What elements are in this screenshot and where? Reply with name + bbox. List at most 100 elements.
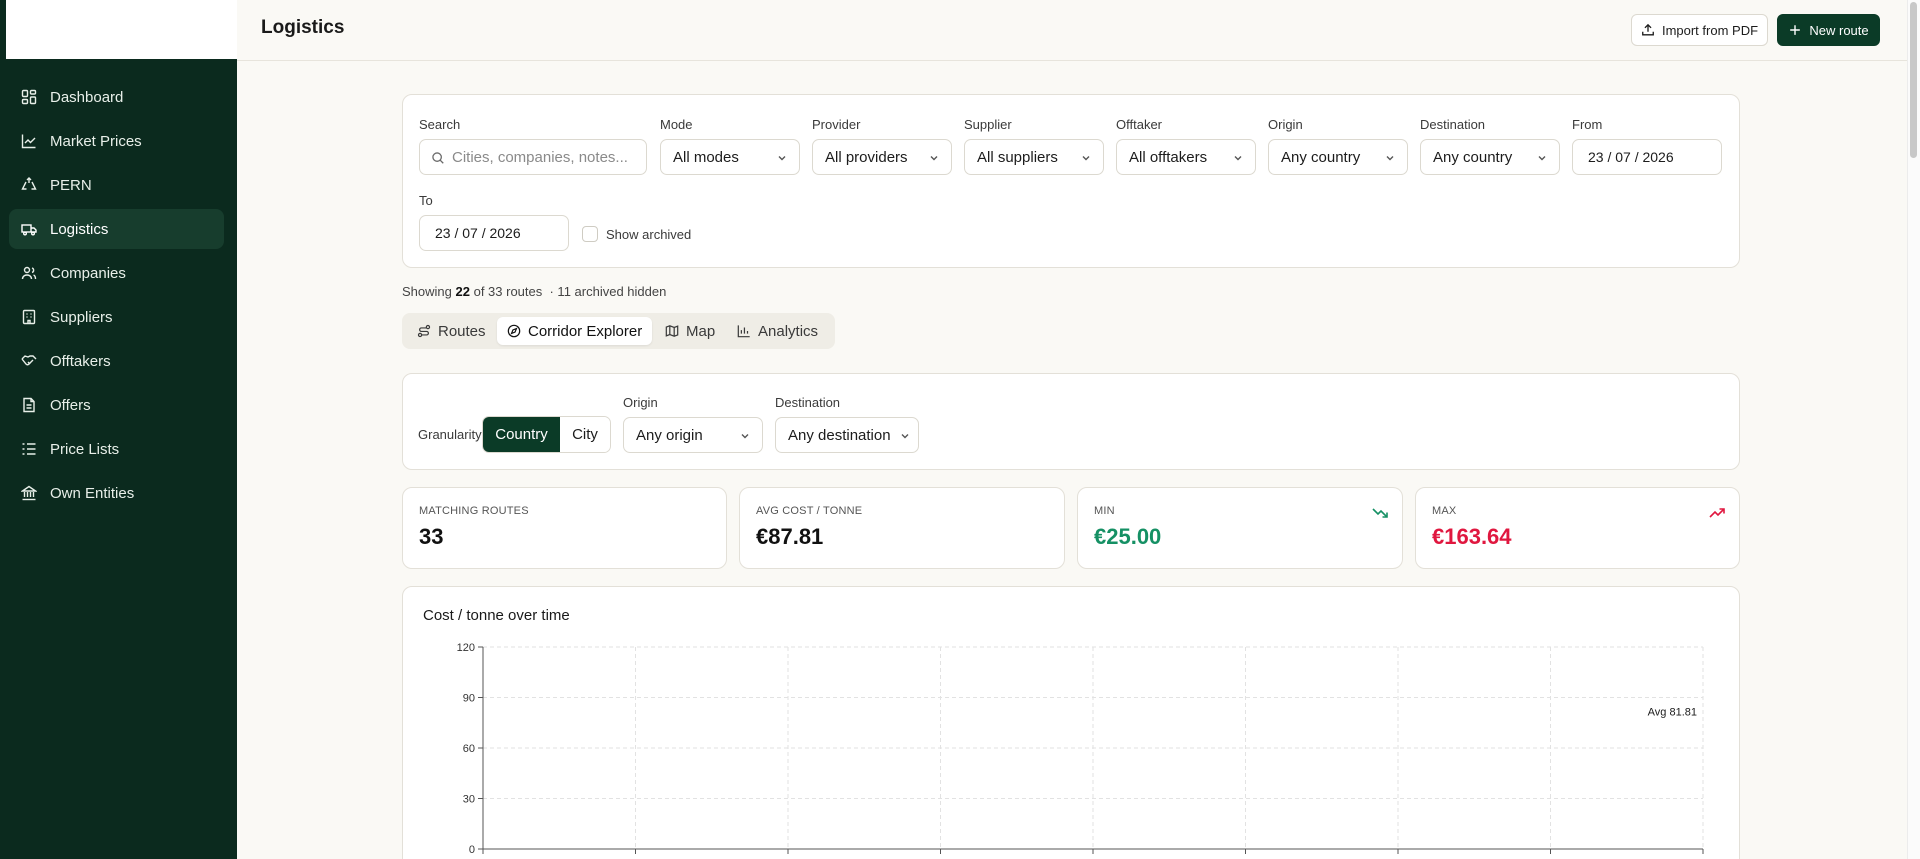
sidebar-item-logistics[interactable]: Logistics [9,209,224,249]
search-icon [432,152,444,164]
y-tick-label: 0 [469,844,475,856]
show-archived-label: Show archived [606,226,692,242]
corridor-origin-label: Origin [623,395,658,410]
tab-analytics[interactable]: Analytics [727,317,828,345]
stat-card-min: MIN €25.00 [1077,487,1403,569]
provider-select[interactable]: All providers [812,139,952,175]
scrollbar-thumb[interactable] [1910,2,1917,158]
origin-select[interactable]: Any country [1268,139,1408,175]
mode-select[interactable]: All modes [660,139,800,175]
granularity-toggle: Country City [482,416,611,453]
tab-routes[interactable]: Routes [407,317,496,345]
destination-select[interactable]: Any country [1420,139,1560,175]
corridor-destination-select[interactable]: Any destination [775,417,919,453]
brand-area [6,0,237,59]
y-tick-label: 120 [457,642,475,654]
stat-card-avg-cost: AVG COST / TONNE €87.81 [739,487,1065,569]
offtaker-label: Offtaker [1116,117,1163,132]
tab-map[interactable]: Map [655,317,725,345]
sidebar-item-label: Price Lists [50,440,120,458]
stat-label: MATCHING ROUTES [419,505,529,517]
sidebar-item-offtakers[interactable]: Offtakers [9,341,224,381]
search-label: Search [419,117,461,132]
sidebar-item-dashboard[interactable]: Dashboard [9,77,224,117]
upload-icon [1642,23,1654,36]
y-tick-label: 60 [463,743,475,755]
chevron-down-icon [901,434,909,439]
sidebar-item-companies[interactable]: Companies [9,253,224,293]
page-title: Logistics [261,17,345,38]
stat-value: 33 [419,524,444,549]
sidebar-item-suppliers[interactable]: Suppliers [9,297,224,337]
sidebar-item-label: Logistics [50,220,109,238]
stat-value: €25.00 [1094,524,1162,549]
search-input[interactable]: Cities, companies, notes... [419,139,647,175]
granularity-country-button[interactable]: Country [483,417,560,452]
tab-corridor-explorer[interactable]: Corridor Explorer [497,317,653,345]
new-route-button[interactable]: New route [1777,14,1880,46]
origin-label: Origin [1268,117,1303,132]
avg-reference-label: Avg 81.81 [1648,706,1697,718]
sidebar-item-label: Companies [50,264,126,282]
sidebar-item-label: Own Entities [50,484,135,502]
trending-up-icon [1709,508,1725,518]
y-tick-label: 90 [463,693,475,705]
chevron-down-icon [1234,156,1242,161]
stat-value: €163.64 [1432,524,1512,549]
chevron-down-icon [1082,156,1090,161]
import-pdf-button[interactable]: Import from PDF [1631,14,1768,46]
stat-value: €87.81 [756,524,824,549]
mode-label: Mode [660,117,693,132]
destination-value: Any country [1433,148,1513,166]
origin-value: Any country [1281,148,1361,166]
show-archived-checkbox[interactable] [582,226,598,242]
trending-down-icon [1372,508,1388,518]
supplier-value: All suppliers [977,148,1058,166]
supplier-select[interactable]: All suppliers [964,139,1104,175]
sidebar-item-label: Market Prices [50,132,142,150]
sidebar-item-label: Offtakers [50,352,111,370]
recycle-icon [21,177,37,190]
from-date-value: 23 / 07 / 2026 [1588,149,1674,165]
cost-chart: 03060901202026-06-232026-07-012026-07-03… [455,642,1731,859]
sidebar-item-price-lists[interactable]: Price Lists [9,429,224,469]
stat-card-max: MAX €163.64 [1415,487,1740,569]
show-archived-toggle[interactable]: Show archived [582,226,691,242]
offtaker-select[interactable]: All offtakers [1116,139,1256,175]
tab-label: Corridor Explorer [528,322,643,340]
compass-icon [507,324,521,338]
tab-label: Analytics [758,322,819,340]
sidebar: Dashboard Market Prices PERN Logistics C… [0,0,237,859]
search-placeholder: Cities, companies, notes... [452,148,628,166]
map-icon [665,325,679,337]
stat-card-matching-routes: MATCHING ROUTES 33 [402,487,727,569]
sidebar-item-own-entities[interactable]: Own Entities [9,473,224,513]
to-label: To [419,193,433,208]
sidebar-item-market-prices[interactable]: Market Prices [9,121,224,161]
tab-label: Routes [438,322,486,340]
sidebar-item-label: Suppliers [50,308,113,326]
line-chart-icon [21,134,36,149]
offtaker-value: All offtakers [1129,148,1208,166]
building-icon [22,309,36,325]
supplier-label: Supplier [964,117,1012,132]
sidebar-nav: Dashboard Market Prices PERN Logistics C… [9,77,224,517]
chevron-down-icon [1538,156,1546,161]
results-summary: Showing 22 of 33 routes · 11 archived hi… [402,284,666,299]
landmark-icon [21,485,37,501]
bar-chart-icon [737,325,750,338]
from-date-input[interactable]: 23 / 07 / 2026 [1572,139,1722,175]
granularity-city-button[interactable]: City [560,417,610,452]
list-icon [22,443,36,455]
handshake-icon [21,355,37,366]
to-date-input[interactable]: 23 / 07 / 2026 [419,215,569,251]
plus-icon [1790,25,1801,35]
users-icon [21,266,37,280]
sidebar-item-pern[interactable]: PERN [9,165,224,205]
sidebar-item-offers[interactable]: Offers [9,385,224,425]
destination-label: Destination [1420,117,1486,132]
summary-prefix: Showing [402,284,452,299]
stat-label: MAX [1432,505,1457,517]
corridor-origin-select[interactable]: Any origin [623,417,763,453]
chart-card: Cost / tonne over time 03060901202026-06… [402,586,1740,859]
